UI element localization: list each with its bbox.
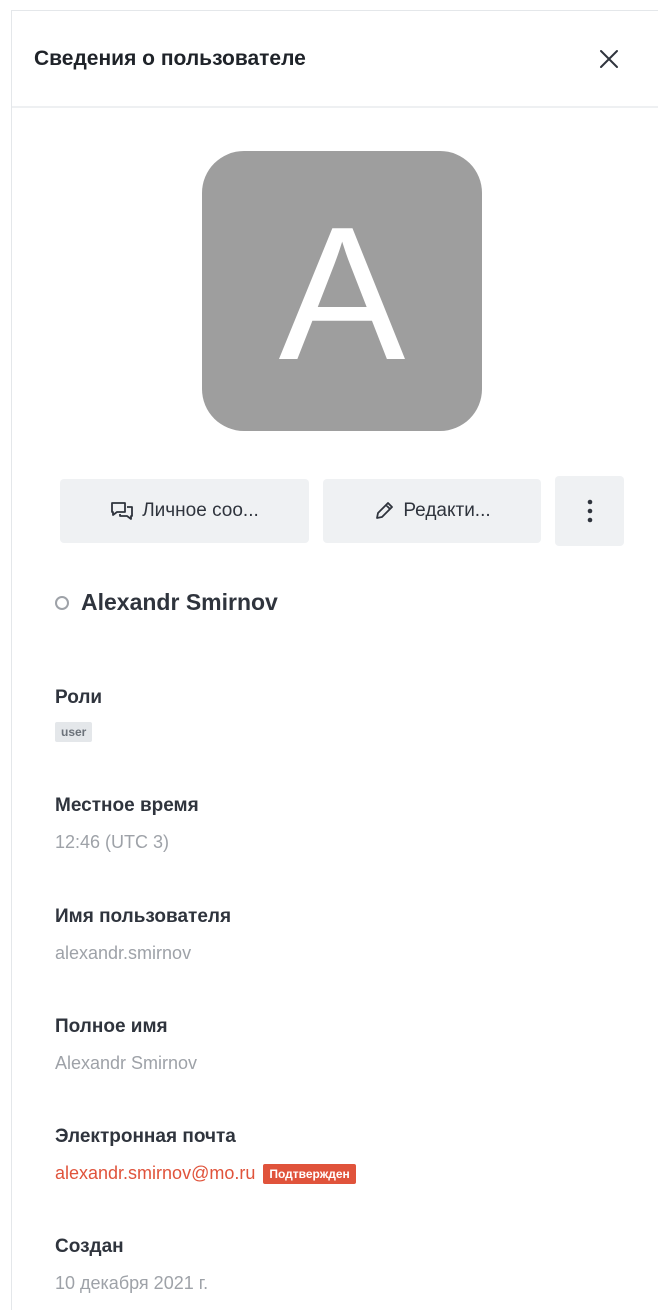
roles-label: Роли [55,687,103,708]
created-label: Создан [55,1236,124,1257]
username-value: alexandr.smirnov [55,943,192,963]
status-dot-icon [55,595,69,610]
edit-label: Редакти... [403,500,491,521]
created-value: 10 декабря 2021 г. [55,1273,209,1293]
chat-icon [110,500,134,522]
avatar-letter: A [278,188,406,400]
full-name-label: Полное имя [55,1016,168,1037]
role-tag: user [55,722,93,742]
direct-message-label: Личное соо... [142,500,259,521]
username-label: Имя пользователя [55,906,232,927]
email-row: alexandr.smirnov@mo.ru Подтвержден [55,1163,356,1184]
pencil-icon [373,500,395,522]
local-time-label: Местное время [55,795,199,816]
email-section: Электронная почта alexandr.smirnov@mo.ru… [55,1126,356,1184]
username-section: Имя пользователя alexandr.smirnov [55,906,231,964]
panel-title: Сведения о пользователе [34,46,306,70]
user-name-row: Alexandr Smirnov [55,589,278,616]
avatar: A [202,151,482,431]
created-section: Создан 10 декабря 2021 г. [55,1236,208,1294]
actions-row: Личное соо... Редакти... [60,476,624,546]
local-time-section: Местное время 12:46 (UTC 3) [55,795,199,853]
more-options-button[interactable] [555,476,624,546]
email-link[interactable]: alexandr.smirnov@mo.ru [55,1163,255,1184]
panel-header: Сведения о пользователе [12,11,658,108]
local-time-value: 12:46 (UTC 3) [55,832,170,852]
close-button[interactable] [594,44,624,74]
user-info-panel: Сведения о пользователе A Личное соо... [11,10,658,1310]
roles-section: Роли user [55,687,102,742]
edit-button[interactable]: Редакти... [323,479,541,543]
full-name-section: Полное имя Alexandr Smirnov [55,1016,197,1074]
verified-badge: Подтвержден [263,1163,356,1184]
close-icon [600,49,618,68]
direct-message-button[interactable]: Личное соо... [60,479,309,543]
email-label: Электронная почта [55,1126,236,1147]
full-name-value: Alexandr Smirnov [55,1053,198,1073]
kebab-menu-icon [587,499,592,523]
user-display-name: Alexandr Smirnov [81,589,278,615]
